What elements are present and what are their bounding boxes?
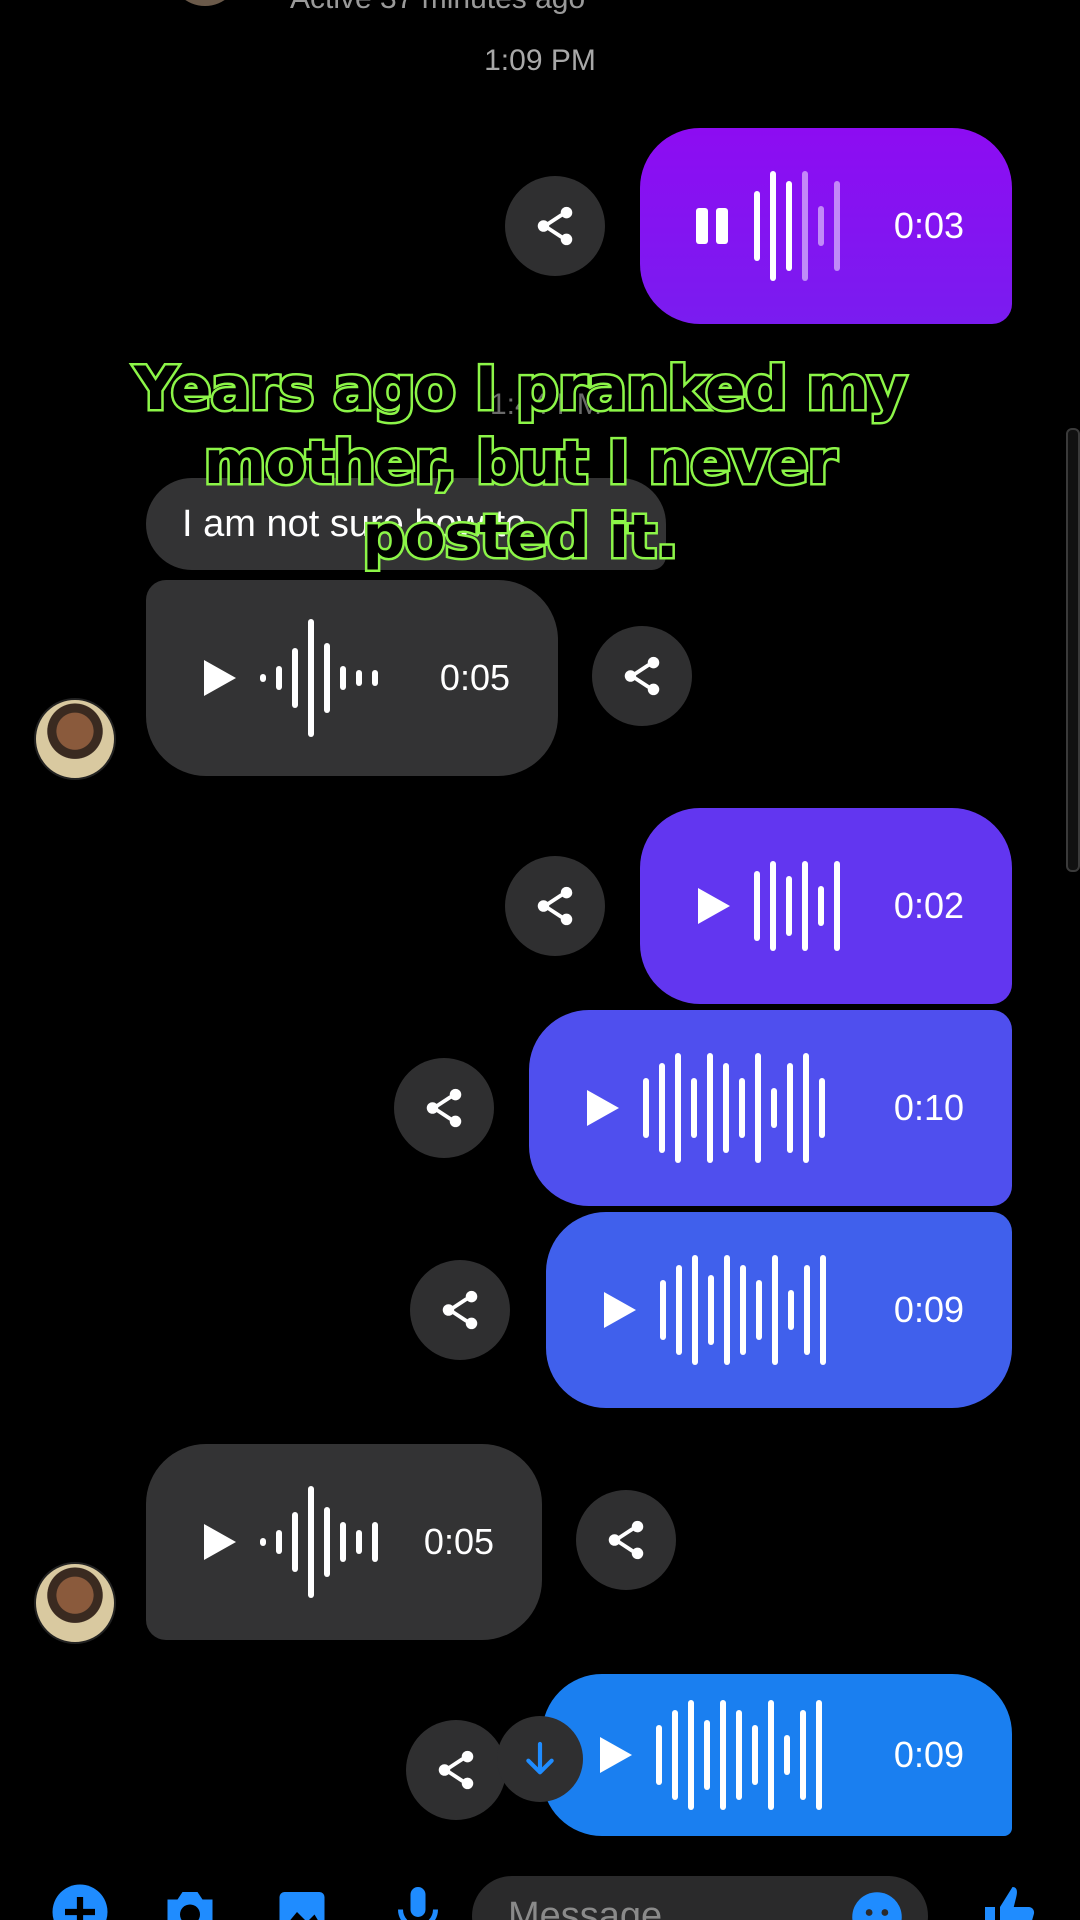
arrow-down-icon [526,1741,554,1775]
share-icon [438,1750,474,1790]
contact-avatar[interactable] [34,698,116,780]
share-button[interactable] [505,856,605,956]
audio-waveform[interactable] [260,618,378,738]
scrollbar[interactable] [1066,428,1080,872]
share-button[interactable] [505,176,605,276]
play-icon[interactable] [594,1286,642,1334]
play-icon[interactable] [688,882,736,930]
audio-waveform[interactable] [656,1695,822,1815]
pause-icon[interactable] [688,202,736,250]
audio-waveform[interactable] [660,1250,826,1370]
audio-duration: 0:05 [423,1521,494,1562]
audio-duration: 0:03 [893,205,964,246]
audio-duration: 0:09 [893,1289,964,1330]
contact-avatar-top [170,0,240,6]
message-timestamp: 1:09 PM [484,44,596,77]
audio-waveform[interactable] [260,1482,378,1602]
play-icon[interactable] [194,654,242,702]
audio-duration: 0:10 [893,1087,964,1128]
caption-line: Years ago I pranked my [131,352,909,427]
share-button[interactable] [576,1490,676,1590]
composer-bar: Message [0,1860,1080,1920]
play-icon[interactable] [577,1084,625,1132]
microphone-icon[interactable] [388,1882,448,1920]
audio-duration: 0:05 [439,657,510,698]
audio-duration: 0:09 [893,1734,964,1775]
video-caption: Years ago I pranked my mother, but I nev… [110,352,930,575]
share-icon [608,1520,644,1560]
gallery-icon[interactable] [272,1882,332,1920]
share-button[interactable] [592,626,692,726]
audio-duration: 0:02 [893,885,964,926]
share-button[interactable] [406,1720,506,1820]
plus-icon[interactable] [50,1882,110,1920]
chat-screen: Active 37 minutes ago 1:09 PM 0:03 1:44 … [0,0,1080,1920]
share-icon [537,206,573,246]
share-button[interactable] [410,1260,510,1360]
audio-waveform[interactable] [643,1048,825,1168]
audio-message-outgoing[interactable]: 0:09 [546,1212,1012,1408]
audio-message-incoming[interactable]: 0:05 [146,580,558,776]
audio-message-outgoing[interactable]: 0:10 [529,1010,1012,1206]
share-icon [426,1088,462,1128]
share-icon [537,886,573,926]
camera-icon[interactable] [160,1882,220,1920]
contact-avatar[interactable] [34,1562,116,1644]
audio-waveform[interactable] [754,166,840,286]
active-status: Active 37 minutes ago [290,0,585,16]
caption-line: mother, but I never [201,426,840,501]
audio-message-incoming[interactable]: 0:05 [146,1444,542,1640]
audio-message-outgoing[interactable]: 0:03 [640,128,1012,324]
share-icon [624,656,660,696]
audio-message-outgoing[interactable]: 0:09 [542,1674,1012,1836]
play-icon[interactable] [194,1518,242,1566]
share-button[interactable] [394,1058,494,1158]
share-icon [442,1290,478,1330]
caption-line: posted it. [360,500,681,575]
scroll-to-bottom-button[interactable] [497,1716,583,1802]
play-icon[interactable] [590,1731,638,1779]
emoji-icon[interactable] [850,1890,904,1920]
like-icon[interactable] [980,1882,1040,1920]
audio-message-outgoing[interactable]: 0:02 [640,808,1012,1004]
audio-waveform[interactable] [754,846,840,966]
